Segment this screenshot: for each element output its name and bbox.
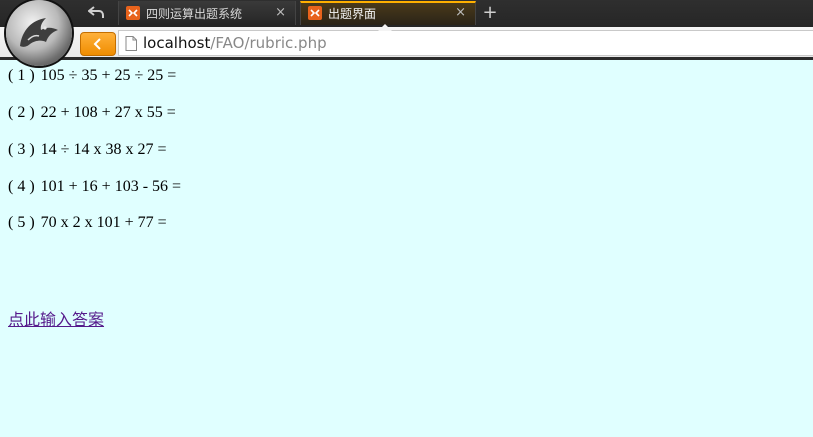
active-tab-notch [378,24,392,31]
question-number: ( 1 ) [8,67,35,84]
page-icon [125,35,137,51]
tab-title: 四则运算出题系统 [146,6,243,21]
back-button[interactable] [80,32,116,56]
tab-question-page[interactable]: 出题界面 × [300,1,476,25]
question-expression: 105 ÷ 35 + 25 ÷ 25 = [40,67,177,84]
close-icon[interactable]: × [275,5,286,20]
cheetah-icon [20,18,58,47]
question-row: ( 2 ) 22 + 108 + 27 x 55 = [8,104,176,122]
question-expression: 101 + 16 + 103 - 56 = [40,178,182,195]
page-content: ( 1 ) 105 ÷ 35 + 25 ÷ 25 = ( 2 ) 22 + 108 … [0,60,813,437]
browser-chrome: 四则运算出题系统 × 出题界面 × + localhost/FAO/rubric… [0,0,813,60]
question-row: ( 5 ) 70 x 2 x 101 + 77 = [8,214,167,232]
url-text: localhost/FAO/rubric.php [143,34,327,52]
question-row: ( 3 ) 14 ÷ 14 x 38 x 27 = [8,141,166,159]
url-path: /FAO/rubric.php [210,34,327,52]
question-number: ( 5 ) [8,214,35,231]
question-row: ( 4 ) 101 + 16 + 103 - 56 = [8,178,181,196]
enter-answers-link[interactable]: 点此输入答案 [8,306,104,330]
question-number: ( 3 ) [8,141,35,158]
url-host: localhost [143,34,211,52]
question-number: ( 4 ) [8,178,35,195]
address-bar[interactable]: localhost/FAO/rubric.php [118,30,813,56]
xampp-icon [308,6,322,20]
question-row: ( 1 ) 105 ÷ 35 + 25 ÷ 25 = [8,67,176,85]
new-tab-button[interactable]: + [480,2,500,24]
question-expression: 22 + 108 + 27 x 55 = [40,104,176,121]
xampp-icon [126,6,140,20]
question-expression: 70 x 2 x 101 + 77 = [40,214,167,231]
browser-logo[interactable] [6,0,72,66]
close-icon[interactable]: × [455,5,466,20]
back-icon[interactable] [84,3,108,23]
tab-question-system[interactable]: 四则运算出题系统 × [118,1,296,25]
chevron-left-icon [93,38,101,50]
question-number: ( 2 ) [8,104,35,121]
tab-title: 出题界面 [328,6,377,21]
question-expression: 14 ÷ 14 x 38 x 27 = [40,141,167,158]
